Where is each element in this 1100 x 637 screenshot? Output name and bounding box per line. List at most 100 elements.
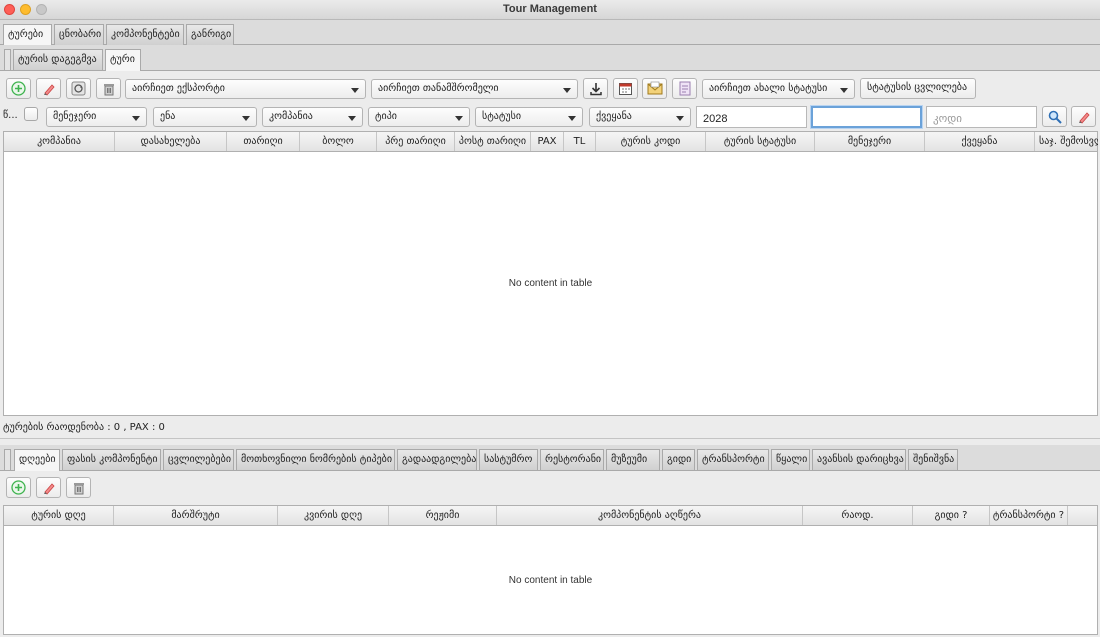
column-header[interactable]: ბოლო [300,132,377,151]
tours-table-header: კომპანია დასახელება თარიღი ბოლო პრე თარი… [4,132,1098,152]
chevron-down-icon [568,116,576,121]
new-status-select-value: აირჩიეთ ახალი სტატუსი [709,83,828,94]
status-filter[interactable]: სტატუსი [475,107,583,127]
column-header[interactable]: დასახელება [115,132,227,151]
tab-requested-room-types[interactable]: მოთხოვნილი ნომრების ტიპები [236,449,395,470]
title-bar: Tour Management [0,0,1100,20]
year-filter-label: წ... [3,110,18,121]
column-header[interactable]: ტრანსპორტი ? [990,506,1068,525]
add-icon [11,81,26,96]
mail-button[interactable] [642,78,667,99]
column-header[interactable]: პოსტ თარიღი [455,132,531,151]
tab-hotel[interactable]: სასტუმრო [479,449,538,470]
tab-changes[interactable]: ცვლილებები [163,449,234,470]
tab-guide[interactable]: გიდი [662,449,695,470]
column-header[interactable]: კომპონენტის აღწერა [497,506,803,525]
tab-tours[interactable]: ტურები [3,24,52,46]
column-header[interactable]: თარიღი [227,132,300,151]
column-header[interactable]: ტურის დღე [4,506,114,525]
manager-filter[interactable]: მენეჯერი [46,107,147,127]
add-tour-button[interactable] [6,78,31,99]
language-filter[interactable]: ენა [153,107,257,127]
tab-components[interactable]: კომპონენტები [106,24,184,45]
sub-tab-stub [4,49,11,70]
type-filter[interactable]: ტიპი [368,107,470,127]
calendar-button[interactable] [613,78,638,99]
edit-icon [43,482,55,495]
country-filter-value: ქვეყანა [596,111,632,122]
column-header[interactable]: კვირის დღე [278,506,389,525]
document-icon [679,81,690,96]
tab-days[interactable]: დღეები [14,449,60,471]
change-status-button[interactable]: სტატუსის ცვლილება [860,78,976,99]
tab-tour[interactable]: ტური [105,49,141,71]
tab-price-component[interactable]: ფასის კომპონენტი [62,449,161,470]
column-header[interactable]: რეჟიმი [389,506,497,525]
filter-checkbox[interactable] [24,107,38,121]
search-input[interactable] [811,106,922,128]
company-filter-value: კომპანია [269,111,313,122]
new-status-select[interactable]: აირჩიეთ ახალი სტატუსი [702,79,855,99]
chevron-down-icon [132,116,140,121]
tab-reference[interactable]: ცნობარი [54,24,104,45]
country-filter[interactable]: ქვეყანა [589,107,691,127]
download-icon [589,82,602,95]
refresh-button[interactable] [66,78,91,99]
days-table-header: ტურის დღე მარშრუტი კვირის დღე რეჟიმი კომ… [4,506,1097,526]
tab-water[interactable]: წყალი [771,449,810,470]
add-day-button[interactable] [6,477,31,498]
column-header[interactable]: პრე თარიღი [377,132,455,151]
tours-summary: ტურების რაოდენობა : 0 , PAX : 0 [3,422,165,433]
search-icon [1048,110,1062,124]
clear-icon [1078,111,1090,124]
tab-tour-planning[interactable]: ტურის დაგეგმვა [13,49,103,70]
column-header[interactable]: TL [564,132,596,151]
edit-day-button[interactable] [36,477,61,498]
document-button[interactable] [672,78,697,99]
company-filter[interactable]: კომპანია [262,107,363,127]
add-icon [11,480,26,495]
type-filter-value: ტიპი [375,111,397,122]
column-header[interactable]: რაოდ. [803,506,913,525]
sub-tab-bar: ტურის დაგეგმვა ტური [0,45,1100,71]
tab-advance-charge[interactable]: ავანსის დარიცხვა [812,449,906,470]
delete-icon [73,482,84,494]
search-button[interactable] [1042,106,1067,127]
tours-table[interactable]: კომპანია დასახელება თარიღი ბოლო პრე თარი… [3,131,1098,416]
column-header[interactable]: კომპანია [4,132,115,151]
download-button[interactable] [583,78,608,99]
employee-select-value: აირჩიეთ თანამშრომელი [378,83,499,94]
column-header[interactable]: გიდი ? [913,506,990,525]
delete-tour-button[interactable] [96,78,121,99]
mail-icon [647,81,662,95]
chevron-down-icon [455,116,463,121]
code-input[interactable] [926,106,1037,128]
split-divider[interactable] [0,438,1100,439]
chevron-down-icon [840,88,848,93]
tab-transport[interactable]: ტრანსპორტი [697,449,769,470]
days-table[interactable]: ტურის დღე მარშრუტი კვირის დღე რეჟიმი კომ… [3,505,1098,635]
tab-notes[interactable]: შენიშვნა [908,449,958,470]
employee-select[interactable]: აირჩიეთ თანამშრომელი [371,79,578,99]
column-header[interactable]: ტურის სტატუსი [706,132,815,151]
manager-filter-value: მენეჯერი [53,111,97,122]
column-header[interactable]: ქვეყანა [925,132,1035,151]
column-header[interactable]: საჯ. შემოსვლ [1035,132,1098,151]
edit-icon [43,83,55,96]
tab-schedule[interactable]: განრიგი [186,24,234,45]
export-select[interactable]: აირჩიეთ ექსპორტი [125,79,366,99]
delete-day-button[interactable] [66,477,91,498]
column-header[interactable]: მარშრუტი [114,506,278,525]
delete-icon [103,83,114,95]
tab-restaurant[interactable]: რესტორანი [540,449,604,470]
tours-empty-placeholder: No content in table [508,278,593,289]
clear-filters-button[interactable] [1071,106,1096,127]
column-header[interactable]: ტურის კოდი [596,132,706,151]
column-header[interactable]: მენეჯერი [815,132,925,151]
chevron-down-icon [242,116,250,121]
tab-museum[interactable]: მუზეუმი [606,449,660,470]
tab-transfer[interactable]: გადაადგილება [397,449,477,470]
year-input[interactable] [696,106,807,128]
edit-tour-button[interactable] [36,78,61,99]
column-header[interactable]: PAX [531,132,564,151]
